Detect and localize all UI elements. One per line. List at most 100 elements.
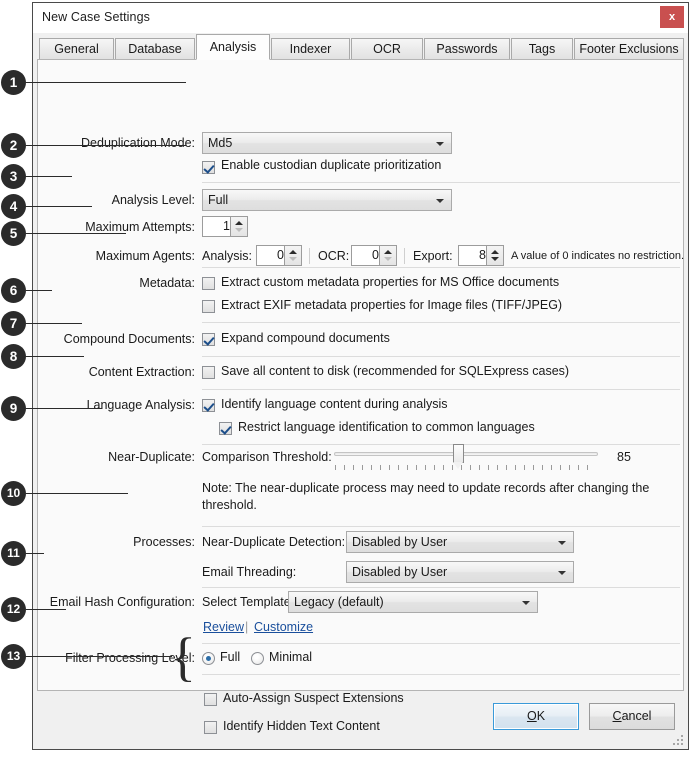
- callout-13: 13: [1, 644, 26, 669]
- identify-language-content-checkbox[interactable]: [202, 399, 215, 412]
- deduplication-mode-value: Md5: [208, 136, 233, 150]
- callout-leader: [26, 82, 186, 83]
- language-analysis-label: Language Analysis:: [86, 398, 195, 412]
- comparison-threshold-slider-thumb[interactable]: [453, 444, 464, 469]
- agents-analysis-label: Analysis:: [202, 249, 253, 263]
- screenshot-root: New Case Settings x General Database Ana…: [0, 0, 691, 763]
- stepper-buttons[interactable]: [284, 246, 301, 265]
- callout-brace: {: [170, 627, 196, 687]
- tab-database[interactable]: Database: [115, 38, 195, 60]
- stepper-up-icon[interactable]: [235, 221, 243, 225]
- filter-level-full-radio[interactable]: [202, 652, 215, 665]
- tab-analysis[interactable]: Analysis: [196, 34, 270, 60]
- deduplication-mode-combobox[interactable]: Md5: [202, 132, 452, 154]
- divider: [202, 643, 680, 644]
- analysis-settings-panel: Deduplication Mode: Md5 Enable custodian…: [37, 59, 684, 734]
- ok-button[interactable]: OK: [493, 703, 579, 730]
- comparison-threshold-label: Comparison Threshold:: [202, 450, 332, 464]
- customize-link[interactable]: Customize: [254, 620, 313, 634]
- divider: [202, 674, 680, 675]
- deduplication-mode-label: Deduplication Mode:: [81, 136, 195, 150]
- maximum-attempts-label: Maximum Attempts:: [85, 220, 195, 234]
- agents-ocr-value: 0: [372, 248, 379, 262]
- callout-11: 11: [1, 541, 26, 566]
- tab-tags[interactable]: Tags: [511, 38, 573, 60]
- restrict-language-identification-checkbox[interactable]: [219, 422, 232, 435]
- chevron-down-icon: [522, 601, 530, 605]
- maximum-attempts-value: 1: [223, 219, 230, 233]
- review-link[interactable]: Review: [203, 620, 244, 634]
- stepper-down-icon[interactable]: [384, 257, 392, 261]
- callout-leader: [26, 233, 126, 234]
- stepper-up-icon[interactable]: [384, 250, 392, 254]
- divider: [202, 526, 680, 527]
- callout-leader: [26, 145, 186, 146]
- chevron-down-icon: [436, 199, 444, 203]
- tab-bar: General Database Analysis Indexer OCR Pa…: [33, 33, 688, 60]
- email-threading-combobox[interactable]: Disabled by User: [346, 561, 574, 583]
- expand-compound-documents-checkbox[interactable]: [202, 333, 215, 346]
- agents-ocr-label: OCR:: [318, 249, 350, 263]
- comparison-threshold-slider-track[interactable]: [334, 452, 598, 456]
- select-template-combobox[interactable]: Legacy (default): [288, 591, 538, 613]
- stepper-down-icon[interactable]: [289, 257, 297, 261]
- divider: [202, 587, 680, 588]
- callout-3: 3: [1, 164, 26, 189]
- callout-4: 4: [1, 194, 26, 219]
- tab-general[interactable]: General: [39, 38, 114, 60]
- tab-passwords[interactable]: Passwords: [424, 38, 510, 60]
- analysis-level-label: Analysis Level:: [111, 193, 195, 207]
- resize-grip[interactable]: [671, 733, 683, 745]
- comparison-threshold-slider-ticks: [335, 465, 595, 470]
- enable-custodian-duplicate-prioritization-checkbox[interactable]: [202, 161, 215, 174]
- callout-5: 5: [1, 221, 26, 246]
- tab-indexer[interactable]: Indexer: [271, 38, 350, 60]
- chevron-down-icon: [436, 142, 444, 146]
- extract-exif-metadata-checkbox[interactable]: [202, 300, 215, 313]
- save-all-content-to-disk-checkbox[interactable]: [202, 366, 215, 379]
- callout-9: 9: [1, 396, 26, 421]
- near-duplicate-detection-label: Near-Duplicate Detection:: [202, 535, 346, 549]
- analysis-level-combobox[interactable]: Full: [202, 189, 452, 211]
- maximum-attempts-stepper[interactable]: 1: [202, 216, 248, 237]
- stepper-up-icon[interactable]: [491, 250, 499, 254]
- stepper-buttons[interactable]: [230, 217, 247, 236]
- extract-custom-metadata-checkbox[interactable]: [202, 277, 215, 290]
- close-icon[interactable]: x: [660, 6, 684, 28]
- tab-footer-exclusions[interactable]: Footer Exclusions: [574, 38, 684, 60]
- near-duplicate-detection-combobox[interactable]: Disabled by User: [346, 531, 574, 553]
- agents-export-value: 8: [479, 248, 486, 262]
- identify-hidden-text-content-checkbox[interactable]: [204, 721, 217, 734]
- callout-leader: [26, 656, 172, 657]
- stepper-buttons[interactable]: [486, 246, 503, 265]
- agents-export-stepper[interactable]: 8: [458, 245, 504, 266]
- stepper-buttons[interactable]: [379, 246, 396, 265]
- cancel-button[interactable]: Cancel: [589, 703, 675, 730]
- divider: [202, 444, 680, 445]
- auto-assign-suspect-extensions-checkbox[interactable]: [204, 693, 217, 706]
- ok-button-label: K: [536, 709, 546, 723]
- near-duplicate-detection-value: Disabled by User: [352, 535, 448, 549]
- stepper-down-icon[interactable]: [235, 228, 243, 232]
- agents-export-label: Export:: [413, 249, 453, 263]
- enable-custodian-duplicate-prioritization-label: Enable custodian duplicate prioritizatio…: [221, 158, 442, 172]
- email-hash-configuration-label: Email Hash Configuration:: [49, 595, 195, 609]
- agents-analysis-stepper[interactable]: 0: [256, 245, 302, 266]
- email-threading-label: Email Threading:: [202, 565, 297, 579]
- stepper-down-icon[interactable]: [491, 257, 499, 261]
- callout-leader: [26, 553, 44, 554]
- callout-leader: [26, 609, 66, 610]
- divider: [309, 248, 310, 264]
- divider: [202, 356, 680, 357]
- agents-analysis-value: 0: [277, 248, 284, 262]
- content-extraction-label: Content Extraction:: [88, 365, 195, 379]
- filter-level-minimal-radio[interactable]: [251, 652, 264, 665]
- dialog-title: New Case Settings: [42, 10, 150, 24]
- callout-leader: [26, 408, 102, 409]
- comparison-threshold-value: 85: [617, 450, 631, 464]
- callout-leader: [26, 356, 84, 357]
- agents-ocr-stepper[interactable]: 0: [351, 245, 397, 266]
- callout-leader: [26, 323, 82, 324]
- tab-ocr[interactable]: OCR: [351, 38, 423, 60]
- stepper-up-icon[interactable]: [289, 250, 297, 254]
